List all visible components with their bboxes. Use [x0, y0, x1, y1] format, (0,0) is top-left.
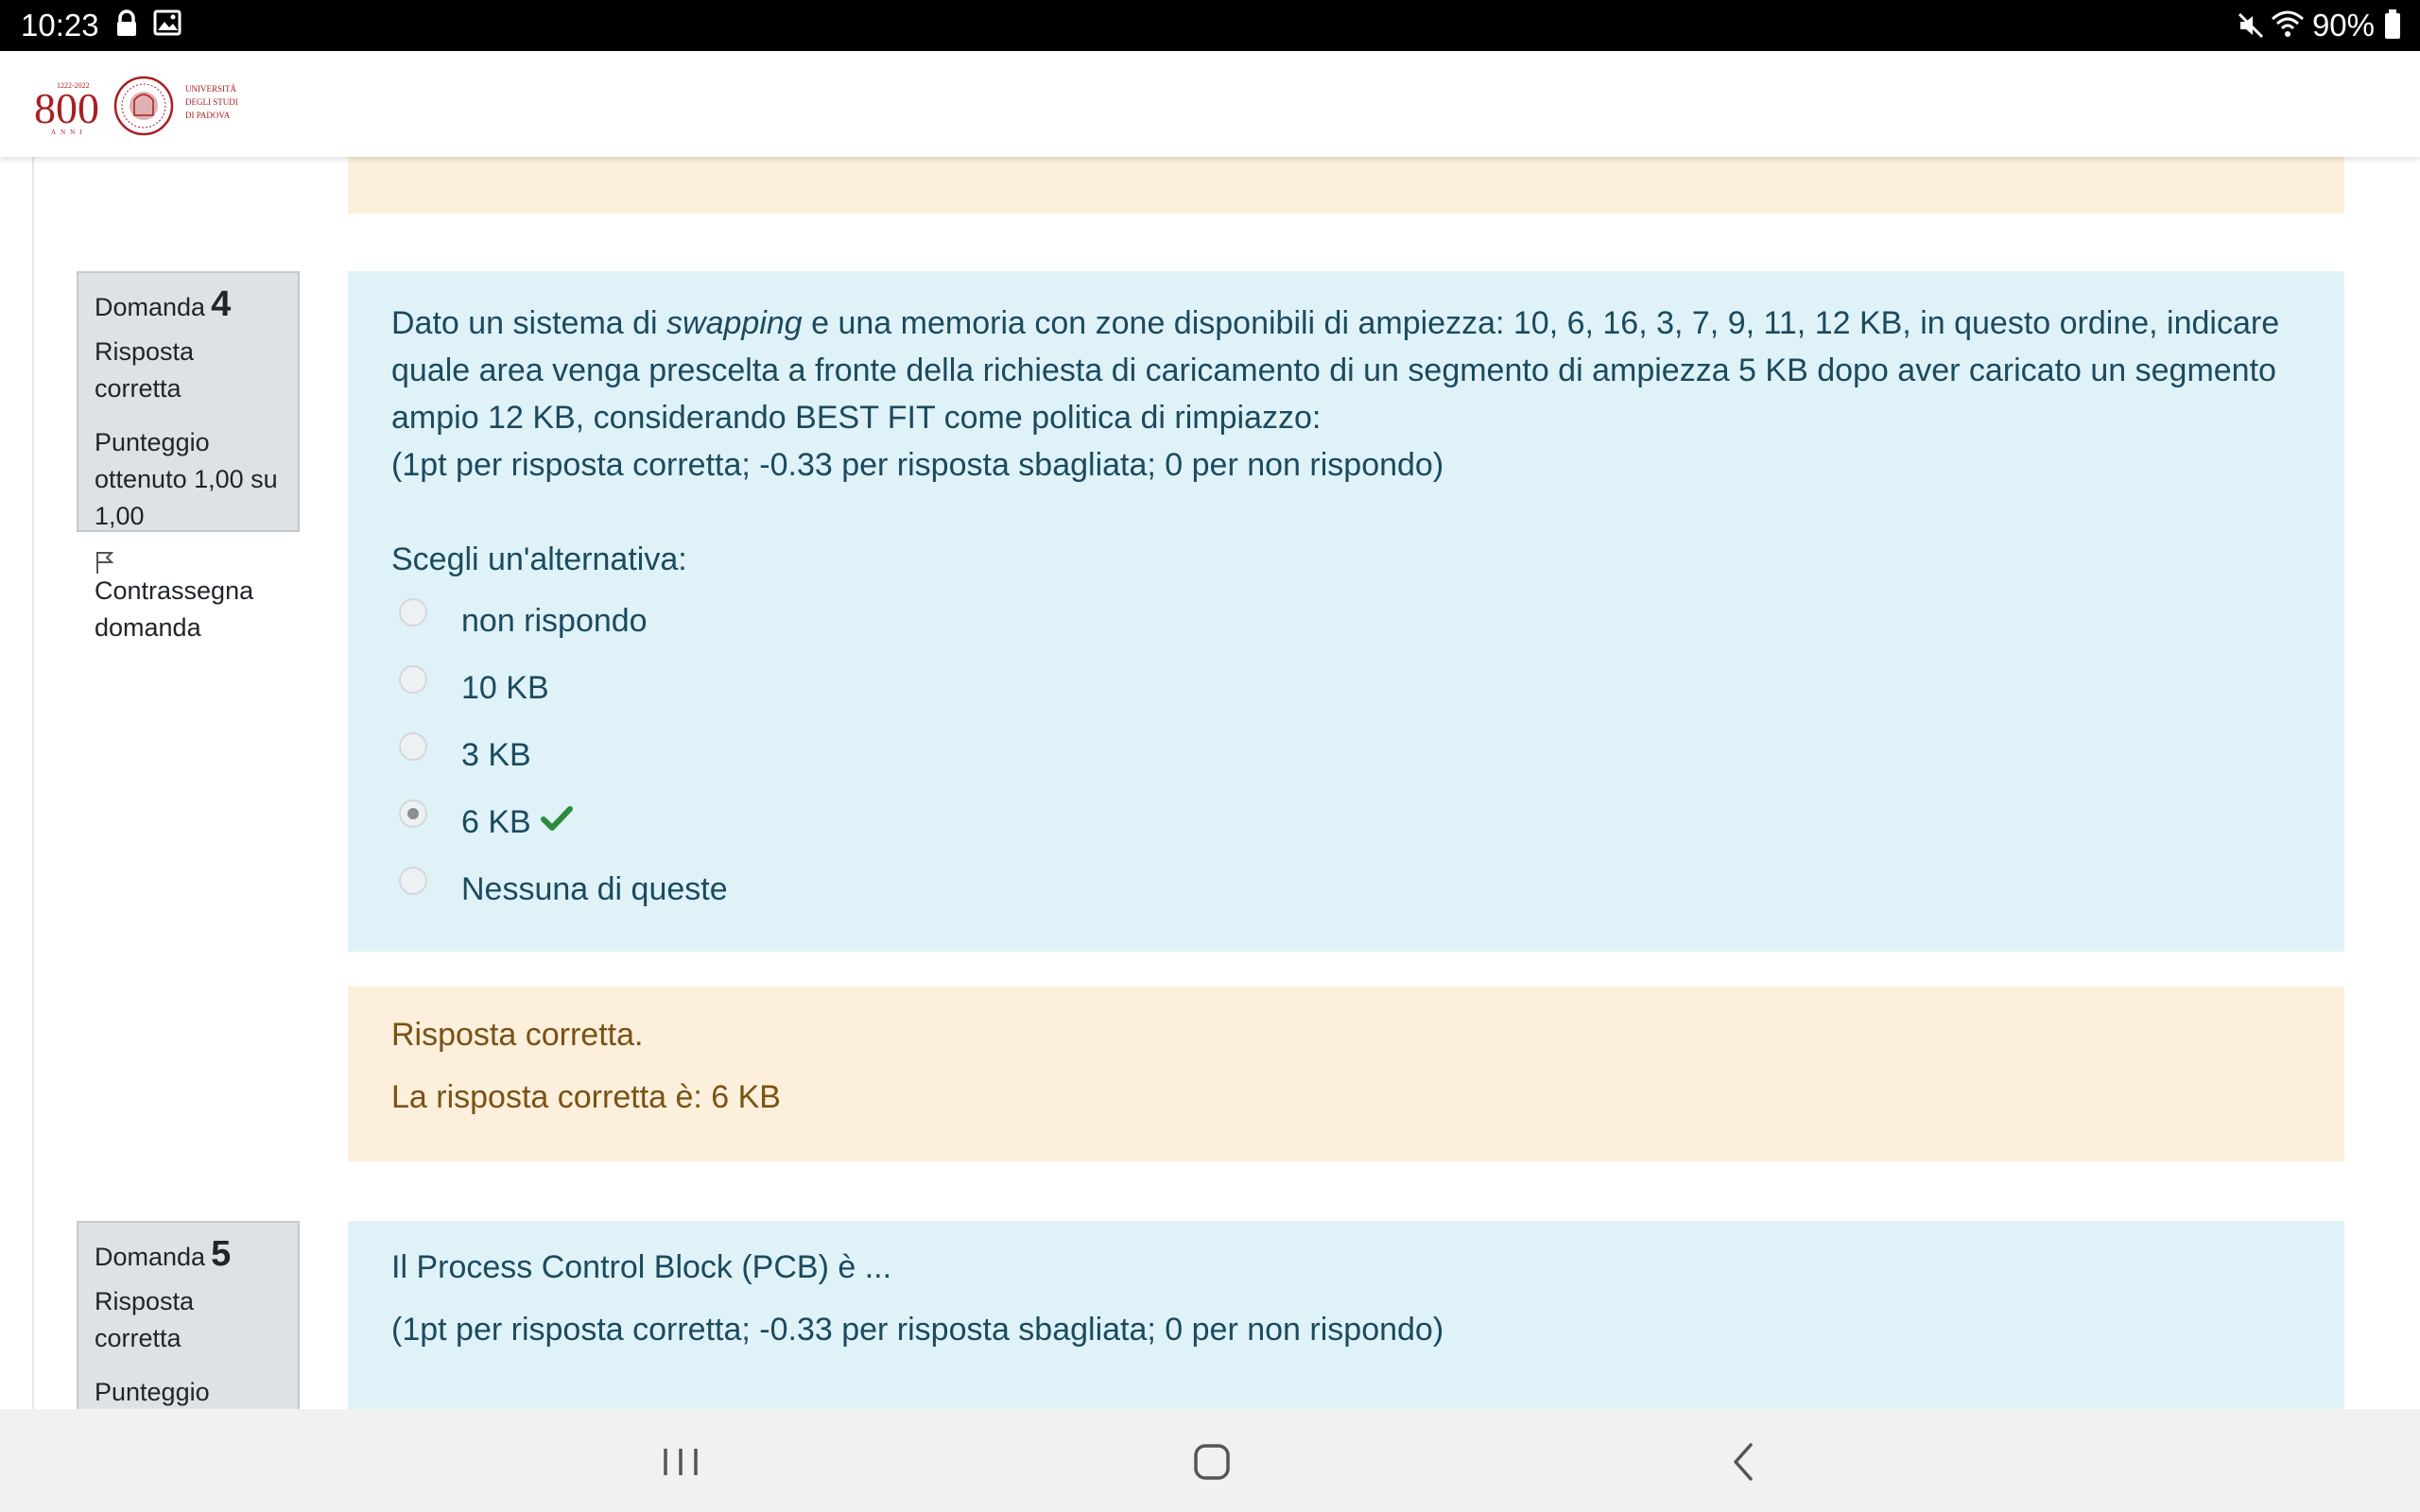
- lock-icon: [115, 9, 138, 43]
- quiz-review-content[interactable]: Domanda 4 Risposta corretta Punteggio ott…: [0, 157, 2420, 1409]
- question-text-emphasis: swapping: [666, 305, 803, 341]
- logo-name-line-2: DEGLI STUDI: [185, 97, 238, 107]
- answer-prompt: Scegli un'alternativa:: [391, 541, 687, 577]
- flag-label: Contrassegna domanda: [95, 576, 254, 642]
- question-grade: Punteggio ottenuto 1,00 su 1,00: [95, 428, 278, 530]
- logo-name-line-3: DI PADOVA: [185, 111, 231, 120]
- battery-percent: 90%: [2311, 8, 2375, 43]
- site-header: 800 1222-2022 ANNI UNIVERSITÀ DEGLI STUD…: [0, 51, 2420, 157]
- answer-radio[interactable]: [399, 731, 427, 761]
- question-number: Domanda 5: [95, 1236, 298, 1276]
- question-text: Dato un sistema di swapping e una memori…: [348, 271, 2344, 489]
- question-number: Domanda 4: [95, 286, 298, 326]
- question-scoring: (1pt per risposta corretta; -0.33 per ri…: [391, 447, 1444, 483]
- page-border: [32, 157, 34, 1409]
- university-logo[interactable]: 800 1222-2022 ANNI UNIVERSITÀ DEGLI STUD…: [32, 72, 250, 138]
- answer-label[interactable]: Nessuna di queste: [461, 866, 728, 913]
- question-status: Risposta corretta: [95, 337, 195, 403]
- answer-radio[interactable]: [399, 664, 427, 694]
- back-icon[interactable]: [1715, 1435, 1772, 1488]
- flag-question-button[interactable]: Contrassegna domanda: [95, 548, 282, 646]
- logo-anni: ANNI: [51, 129, 87, 136]
- question-number-value: 5: [211, 1234, 232, 1274]
- battery-icon: [2384, 9, 2401, 44]
- answer-radio[interactable]: [399, 597, 427, 627]
- android-nav-bar: [0, 1409, 2420, 1512]
- question-label: Domanda: [95, 293, 206, 321]
- question-text-line: Il Process Control Block (PCB) è ...: [391, 1249, 892, 1285]
- answer-options: non rispondo 10 KB 3 KB 6 KB Nessuna di …: [391, 587, 2344, 922]
- feedback-result: Risposta corretta.: [391, 1017, 644, 1053]
- question-feedback-4: Risposta corretta. La risposta corretta …: [348, 987, 2344, 1161]
- question-status: Risposta corretta: [95, 1287, 195, 1352]
- answer-radio[interactable]: [399, 866, 427, 895]
- answer-label[interactable]: 10 KB: [461, 664, 549, 712]
- previous-question-feedback: [348, 157, 2344, 214]
- question-formulation-4: Dato un sistema di swapping e una memori…: [348, 271, 2344, 952]
- logo-name-line-1: UNIVERSITÀ: [185, 84, 236, 94]
- answer-option[interactable]: non rispondo: [391, 587, 2344, 654]
- question-formulation-5: Il Process Control Block (PCB) è ... (1p…: [348, 1221, 2344, 1409]
- question-label: Domanda: [95, 1243, 206, 1271]
- answer-label[interactable]: 6 KB: [461, 799, 531, 846]
- recent-apps-icon[interactable]: [652, 1435, 709, 1488]
- question-scoring: (1pt per risposta corretta; -0.33 per ri…: [391, 1312, 1444, 1348]
- answer-radio-selected[interactable]: [399, 799, 427, 828]
- status-time: 10:23: [21, 8, 99, 43]
- question-grade: Punteggio: [95, 1378, 210, 1406]
- question-info-4: Domanda 4 Risposta corretta Punteggio ott…: [77, 271, 300, 642]
- question-number-value: 4: [211, 284, 232, 324]
- status-bar: 10:23 90%: [0, 0, 2420, 51]
- logo-years: 1222-2022: [57, 81, 90, 90]
- logo-numeral: 800: [34, 84, 99, 132]
- answer-label[interactable]: 3 KB: [461, 731, 531, 779]
- mute-icon: [2237, 11, 2265, 44]
- answer-option[interactable]: 3 KB: [391, 721, 2344, 788]
- image-icon: [153, 9, 182, 41]
- check-icon: [540, 803, 573, 840]
- answer-option[interactable]: 10 KB: [391, 654, 2344, 721]
- flag-icon: [95, 548, 282, 574]
- home-icon[interactable]: [1184, 1435, 1240, 1488]
- question-info-5: Domanda 5 Risposta corretta Punteggio: [77, 1221, 300, 1409]
- answer-label[interactable]: non rispondo: [461, 597, 648, 644]
- answer-option-selected[interactable]: 6 KB: [391, 788, 2344, 855]
- answer-option[interactable]: Nessuna di queste: [391, 855, 2344, 922]
- feedback-right-answer: La risposta corretta è: 6 KB: [391, 1079, 781, 1115]
- wifi-icon: [2271, 9, 2305, 44]
- question-text: Il Process Control Block (PCB) è ... (1p…: [348, 1221, 2344, 1353]
